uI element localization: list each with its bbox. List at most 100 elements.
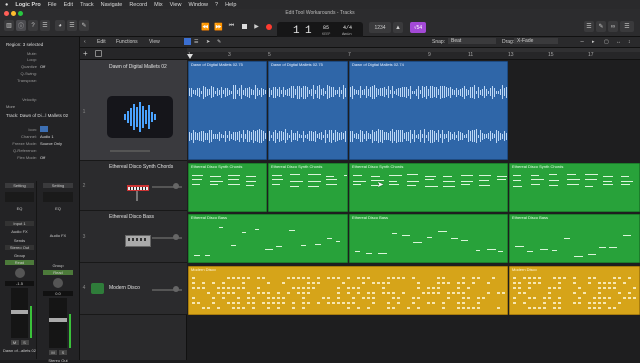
- strip2-automation[interactable]: Read: [43, 270, 73, 275]
- pencil-tool-icon[interactable]: ✎: [217, 39, 221, 45]
- midi-region[interactable]: Ethereal Disco Synth Chords: [349, 163, 508, 212]
- region-qswing-row[interactable]: Q-Swing:: [2, 70, 78, 76]
- strip2-eq-display[interactable]: [43, 192, 73, 202]
- cycle-area[interactable]: [187, 48, 640, 52]
- menu-window[interactable]: Window: [188, 2, 208, 8]
- drummer-region[interactable]: Modern Disco: [509, 266, 640, 315]
- audio-region[interactable]: Dawn of Digital Mallets 02.75: [268, 61, 348, 160]
- track-header-3[interactable]: 3 Ethereal Disco Bass: [80, 211, 187, 263]
- track-channel-row[interactable]: Channel: Audio 1: [2, 133, 78, 139]
- strip1-automation[interactable]: Read: [5, 260, 34, 265]
- strip1-mute-button[interactable]: M: [10, 340, 19, 345]
- strip1-output[interactable]: Stereo Out: [5, 245, 34, 250]
- midi-region[interactable]: Ethereal Disco Synth Chords: [188, 163, 267, 212]
- metronome-button[interactable]: ▲: [393, 22, 403, 33]
- strip2-pan-knob[interactable]: [53, 278, 63, 288]
- quick-help-button[interactable]: ?: [28, 20, 38, 31]
- strip1-group[interactable]: Group: [3, 253, 36, 258]
- menu-view[interactable]: View: [170, 2, 182, 8]
- horizontal-zoom-icon[interactable]: ↔: [616, 39, 621, 45]
- midi-region[interactable]: Ethereal Disco Bass: [509, 214, 640, 263]
- pointer-tool-icon[interactable]: ➤: [206, 39, 210, 45]
- loop-browser-button[interactable]: ∞: [608, 21, 618, 32]
- drummer-region[interactable]: Modern Disco: [188, 266, 508, 315]
- record-button[interactable]: [263, 21, 274, 32]
- track-flex-row[interactable]: Flex Mode: Off: [2, 154, 78, 160]
- menu-file[interactable]: File: [48, 2, 57, 8]
- view-menu[interactable]: View: [149, 39, 160, 45]
- midi-region[interactable]: Ethereal Disco Bass: [349, 214, 508, 263]
- strip2-mute-button[interactable]: M: [49, 350, 57, 355]
- strip1-sends[interactable]: Sends: [3, 238, 36, 243]
- track-2-pan-knob[interactable]: [173, 183, 179, 189]
- inspector-button[interactable]: ⓘ: [16, 20, 26, 31]
- edit-menu[interactable]: Edit: [97, 39, 106, 45]
- track-qref-row[interactable]: Q-Reference:: [2, 147, 78, 153]
- count-in-button[interactable]: 1234: [369, 22, 391, 33]
- region-transpose-row[interactable]: Transpose:: [2, 77, 78, 83]
- global-tracks-icon[interactable]: [95, 50, 102, 57]
- minimize-window-icon[interactable]: [11, 11, 16, 16]
- close-window-icon[interactable]: [4, 11, 9, 16]
- add-track-button[interactable]: +: [83, 49, 88, 58]
- track-inspector-header[interactable]: Track: Dawn of Di...l Mallets 02: [6, 113, 68, 118]
- list-view-icon[interactable]: ☰: [194, 39, 198, 45]
- mixer-button[interactable]: ☰: [67, 20, 77, 31]
- list-editor-button[interactable]: ☰: [584, 21, 594, 32]
- strip1-input[interactable]: Input 1: [5, 221, 34, 226]
- smart-tempo-badge[interactable]: √54: [410, 22, 426, 33]
- waveform-zoom-icon[interactable]: ∼: [580, 39, 584, 45]
- menu-edit[interactable]: Edit: [64, 2, 73, 8]
- toolbar-toggle-button[interactable]: ☰: [40, 20, 50, 31]
- play-button[interactable]: ▶: [251, 21, 262, 32]
- strip1-eq-display[interactable]: [5, 192, 34, 202]
- track-1-volume-slider[interactable]: [110, 150, 150, 152]
- midi-region[interactable]: Ethereal Disco Bass: [188, 214, 348, 263]
- editors-button[interactable]: ✎: [79, 20, 89, 31]
- track-header-2[interactable]: 2 Ethereal Disco Synth Chords: [80, 161, 187, 211]
- notepad-button[interactable]: ✎: [596, 21, 606, 32]
- playhead-marker[interactable]: [187, 54, 193, 59]
- library-button[interactable]: ▥: [4, 20, 14, 31]
- tracks-area[interactable]: Dawn of Digital Mallets 02.75 Dawn of Di…: [187, 60, 640, 360]
- strip2-group[interactable]: Group: [41, 263, 75, 268]
- strip1-setting[interactable]: Setting: [5, 183, 34, 188]
- track-3-pan-knob[interactable]: [173, 234, 179, 240]
- menu-record[interactable]: Record: [129, 2, 147, 8]
- strip2-fader-handle[interactable]: [49, 318, 67, 322]
- menu-1[interactable]: ?: [215, 2, 218, 8]
- apple-icon[interactable]: ●: [5, 2, 8, 8]
- zoom-window-icon[interactable]: [18, 11, 23, 16]
- menu-navigate[interactable]: Navigate: [101, 2, 123, 8]
- track-name[interactable]: Ethereal Disco Bass: [109, 214, 154, 220]
- menu-app[interactable]: Logic Pro: [15, 2, 40, 8]
- region-quantize-row[interactable]: Quantize Off: [2, 63, 78, 69]
- strip2-setting[interactable]: Setting: [43, 183, 73, 188]
- snap-dropdown[interactable]: Beat: [448, 38, 496, 44]
- track-name[interactable]: Dawn of Digital Mallets 02: [109, 64, 167, 70]
- go-to-start-button[interactable]: ⏮: [226, 21, 237, 32]
- strip2-solo-button[interactable]: S: [59, 350, 67, 355]
- region-inspector-header[interactable]: Region: 3 selected: [6, 42, 43, 47]
- back-arrow-icon[interactable]: ‹: [84, 39, 86, 45]
- browsers-button[interactable]: ☰: [620, 21, 634, 32]
- midi-region[interactable]: Ethereal Disco Synth Chords: [268, 163, 348, 212]
- audio-region[interactable]: Dawn of Digital Mallets 02.74: [349, 61, 508, 160]
- track-4-pan-knob[interactable]: [173, 286, 179, 292]
- smart-controls-button[interactable]: ◕: [55, 20, 65, 31]
- audio-region[interactable]: Dawn of Digital Mallets 02.75: [188, 61, 267, 160]
- zoom-fit-icon[interactable]: ▢: [604, 39, 609, 45]
- vertical-zoom-icon[interactable]: ↕: [628, 39, 631, 45]
- track-icon-row[interactable]: Icon:: [2, 126, 78, 132]
- forward-button[interactable]: ⏩: [213, 21, 224, 32]
- menu-help[interactable]: Help: [225, 2, 236, 8]
- track-name[interactable]: Modern Disco: [109, 285, 140, 291]
- bar-ruler[interactable]: 1 3 5 7 9 11 13 15 17: [187, 48, 640, 60]
- rewind-button[interactable]: ⏪: [200, 21, 211, 32]
- drag-dropdown[interactable]: X-Fade: [514, 38, 558, 44]
- grid-view-icon[interactable]: [184, 38, 191, 45]
- menu-track[interactable]: Track: [80, 2, 94, 8]
- midi-region[interactable]: Ethereal Disco Synth Chords: [509, 163, 640, 212]
- functions-menu[interactable]: Functions: [116, 39, 138, 45]
- track-header-1[interactable]: 1 Dawn of Digital Mallets 02: [80, 60, 187, 161]
